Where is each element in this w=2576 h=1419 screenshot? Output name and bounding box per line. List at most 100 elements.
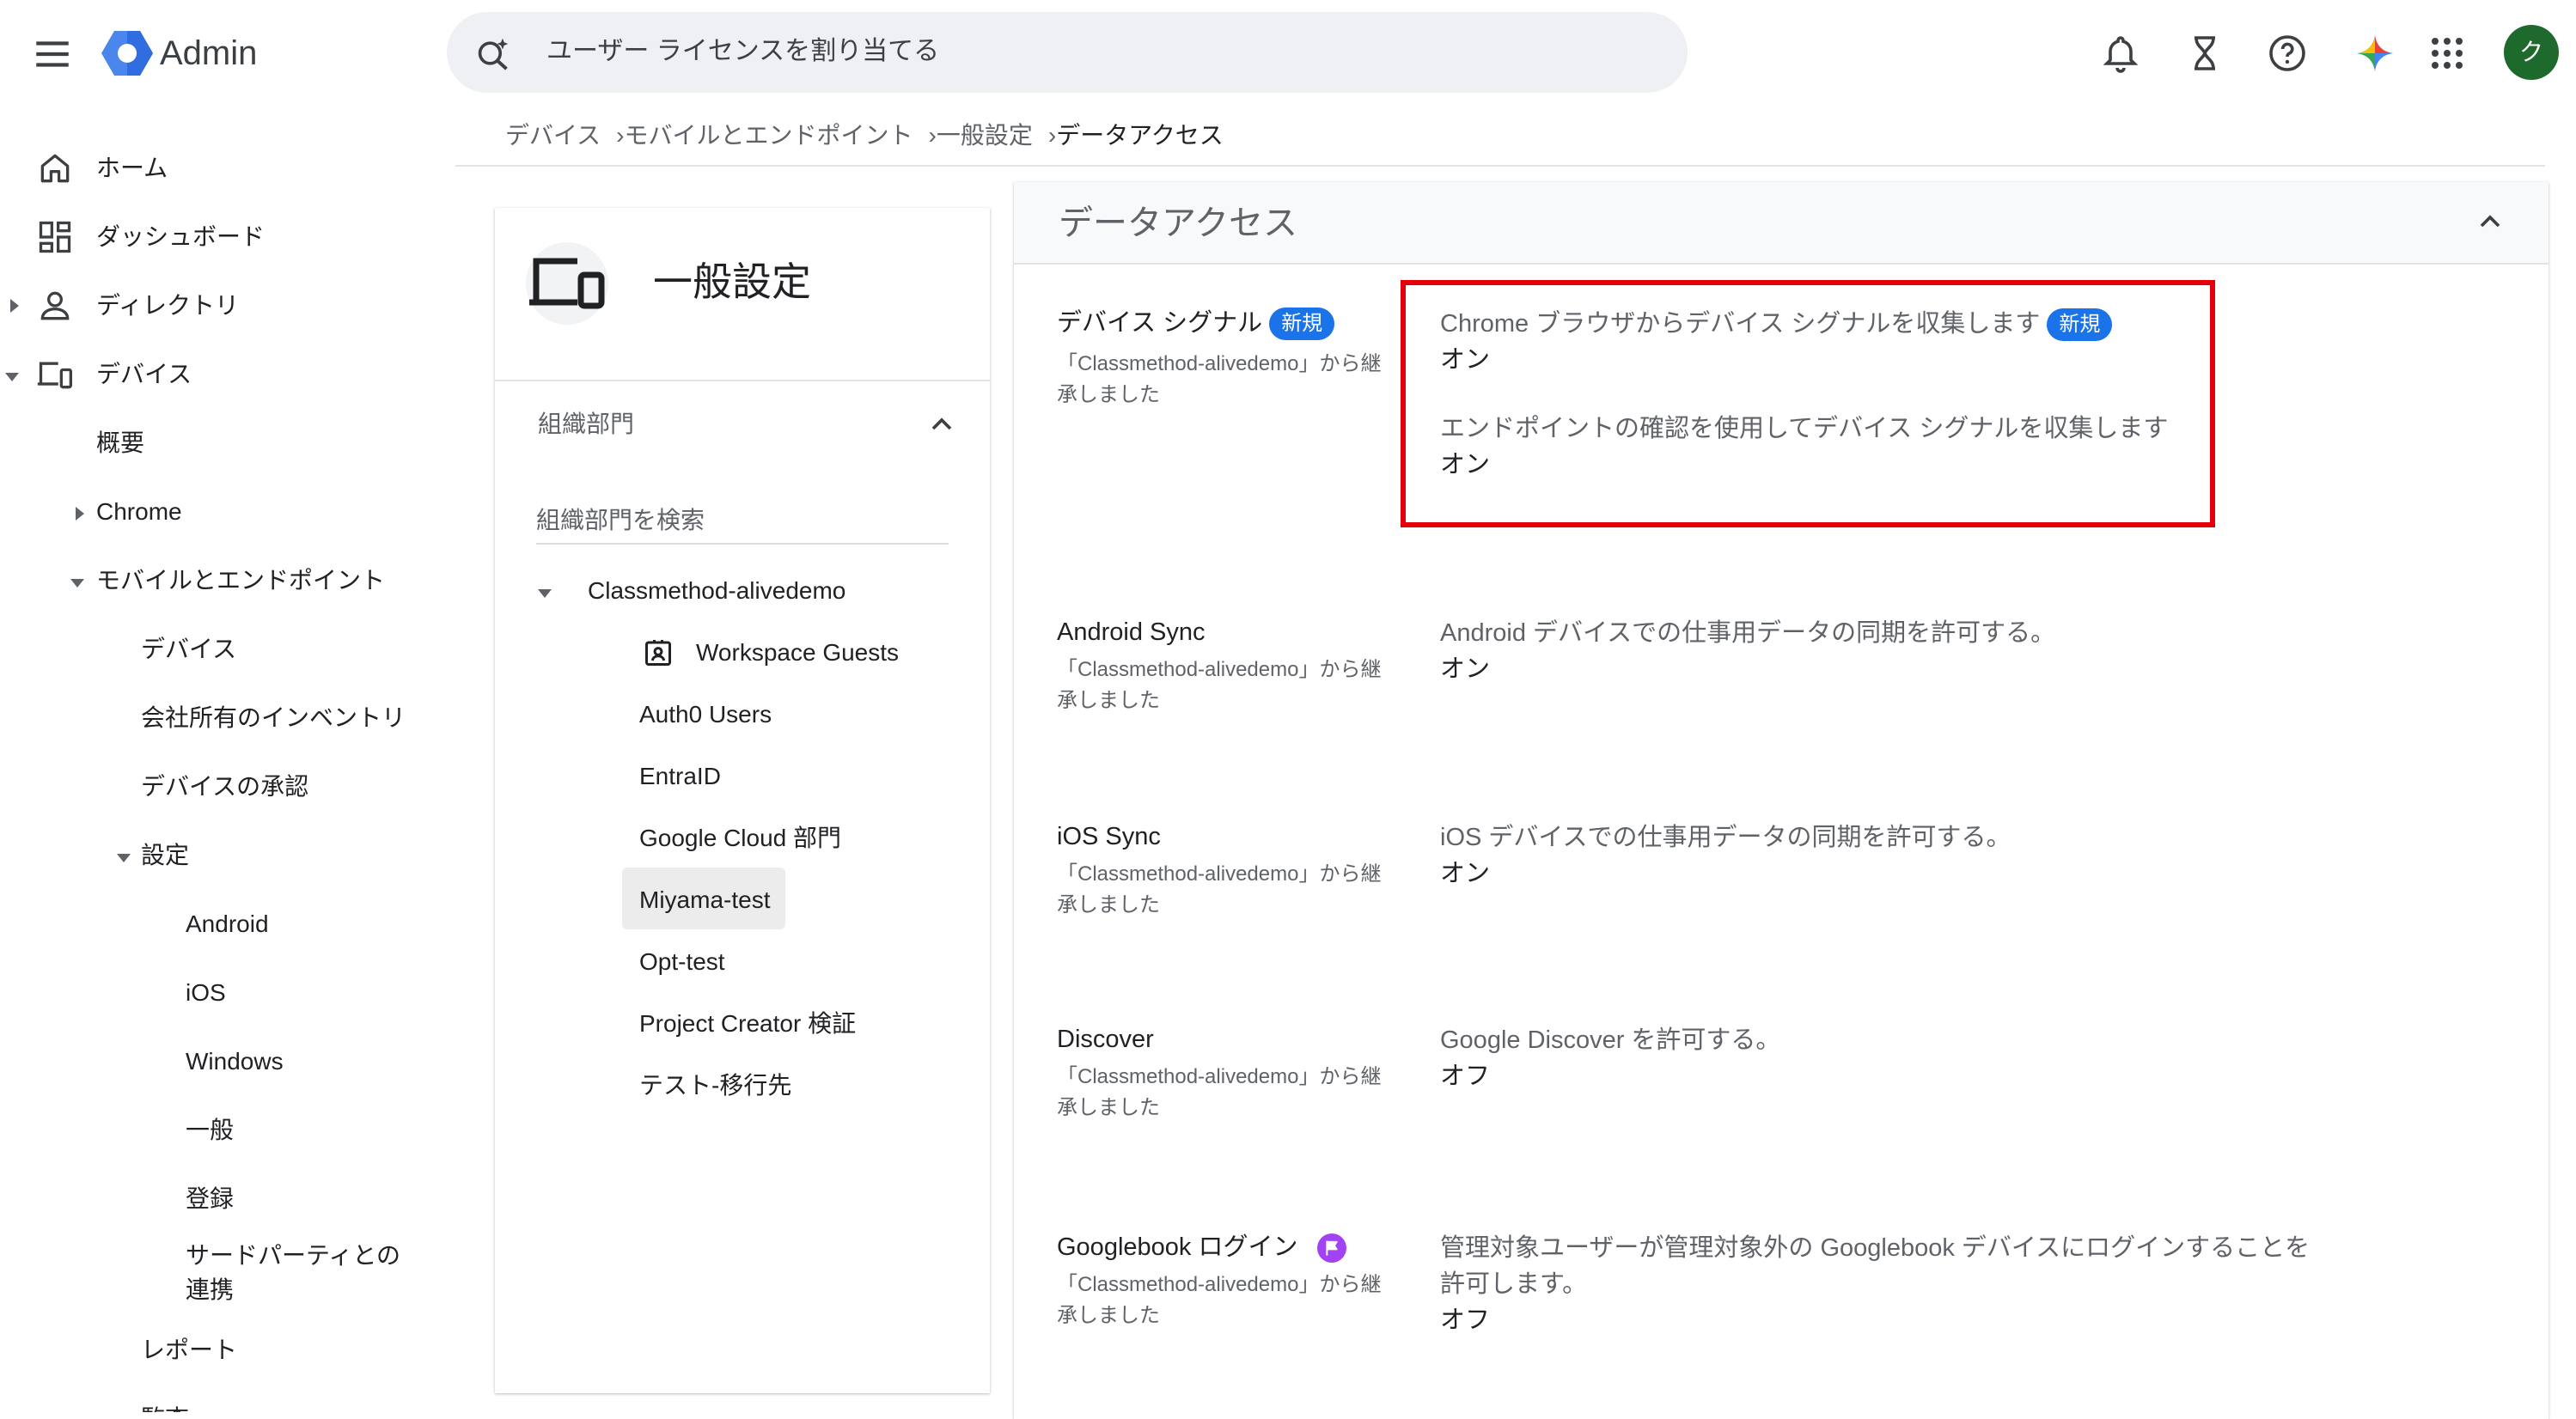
- breadcrumb: デバイス ›モバイルとエンドポイント ›一般設定 ›データアクセス: [505, 119, 1224, 153]
- gemini-icon[interactable]: [2354, 33, 2396, 74]
- page-title: 一般設定: [653, 259, 811, 304]
- chevron-up-icon[interactable]: [2473, 204, 2507, 239]
- setting-title: iOS Sync: [1057, 823, 1161, 850]
- highlight-box: [1401, 280, 2215, 527]
- setting-android-sync[interactable]: Android Sync 「Classmethod-alivedemo」から継承…: [1057, 615, 1401, 716]
- setting-discover-values[interactable]: Google Discover を許可する。 オフ: [1440, 1022, 2299, 1094]
- sidebar-item-home[interactable]: ホーム: [96, 153, 168, 184]
- setting-title: デバイス シグナル: [1057, 309, 1263, 337]
- main-menu-button[interactable]: [31, 33, 74, 76]
- org-unit-item[interactable]: テスト-移行先: [639, 1069, 791, 1103]
- sidebar-item-devices[interactable]: デバイス: [96, 359, 192, 390]
- org-unit-search-input[interactable]: 組織部門を検索: [536, 503, 705, 538]
- setting-ios-sync[interactable]: iOS Sync 「Classmethod-alivedemo」から継承しました: [1057, 819, 1401, 921]
- app-title[interactable]: Admin: [160, 31, 257, 76]
- breadcrumb-item[interactable]: 一般設定: [937, 122, 1033, 149]
- apps-grid-icon[interactable]: [2426, 33, 2468, 74]
- breadcrumb-current: データアクセス: [1056, 122, 1224, 149]
- setting-value: オフ: [1440, 1306, 1491, 1334]
- inherit-note: 「Classmethod-alivedemo」から継承しました: [1057, 352, 1382, 407]
- breadcrumb-divider: [455, 165, 2545, 167]
- org-unit-item-selected[interactable]: Miyama-test: [639, 883, 770, 917]
- sidebar-item-company-inventory[interactable]: 会社所有のインベントリ: [141, 703, 406, 734]
- breadcrumb-separator: ›: [616, 122, 625, 149]
- sidebar-item-third-party[interactable]: サードパーティとの 連携: [186, 1240, 400, 1306]
- sidebar-item-windows[interactable]: Windows: [186, 1046, 284, 1077]
- expand-down-icon[interactable]: [536, 584, 553, 601]
- expand-right-icon[interactable]: [5, 297, 22, 314]
- expand-right-icon[interactable]: [70, 505, 88, 522]
- setting-android-sync-values[interactable]: Android デバイスでの仕事用データの同期を許可する。 オン: [1440, 615, 2299, 687]
- sidebar-item-directory[interactable]: ディレクトリ: [96, 290, 239, 321]
- sidebar-item-mobile-endpoints[interactable]: モバイルとエンドポイント: [96, 565, 385, 596]
- setting-googlebook-login-values[interactable]: 管理対象ユーザーが管理対象外の Googlebook デバイスにログインすること…: [1440, 1230, 2317, 1338]
- account-avatar[interactable]: ク: [2504, 25, 2559, 80]
- guest-badge-icon: [643, 637, 674, 668]
- search-bar[interactable]: ユーザー ライセンスを割り当てる: [447, 12, 1688, 93]
- new-badge: 新規: [1269, 308, 1335, 341]
- sidebar-item-enrollment[interactable]: 登録: [186, 1184, 234, 1215]
- search-input[interactable]: ユーザー ライセンスを割り当てる: [546, 33, 939, 70]
- inherit-note: 「Classmethod-alivedemo」から継承しました: [1057, 1273, 1382, 1327]
- breadcrumb-item[interactable]: モバイルとエンドポイント: [625, 122, 913, 149]
- breadcrumb-item[interactable]: デバイス: [505, 122, 601, 149]
- inherit-note: 「Classmethod-alivedemo」から継承しました: [1057, 658, 1382, 712]
- sidebar-item-reports[interactable]: レポート: [141, 1335, 237, 1366]
- inherit-note: 「Classmethod-alivedemo」から継承しました: [1057, 862, 1382, 917]
- org-unit-item[interactable]: Project Creator 検証: [639, 1007, 856, 1041]
- search-spark-icon: [474, 36, 512, 70]
- sidebar-item-overview[interactable]: 概要: [96, 428, 144, 459]
- org-unit-root[interactable]: Classmethod-alivedemo: [588, 574, 845, 608]
- sidebar-item-third-party-line1: サードパーティとの: [186, 1242, 401, 1269]
- help-icon[interactable]: [2267, 33, 2308, 74]
- hourglass-icon[interactable]: [2184, 33, 2225, 74]
- sidebar-item-general[interactable]: 一般: [186, 1115, 234, 1146]
- org-unit-item[interactable]: Opt-test: [639, 945, 725, 979]
- setting-ios-sync-values[interactable]: iOS デバイスでの仕事用データの同期を許可する。 オン: [1440, 819, 2299, 892]
- setting-value: オン: [1440, 860, 1491, 887]
- search-underline: [536, 543, 949, 545]
- sidebar-item-audit[interactable]: 監査: [141, 1404, 189, 1412]
- setting-device-signals[interactable]: デバイス シグナル 新規 「Classmethod-alivedemo」から継承し…: [1057, 306, 1401, 411]
- sidebar-item-settings[interactable]: 設定: [141, 840, 189, 871]
- expand-down-icon[interactable]: [3, 368, 21, 385]
- setting-discover[interactable]: Discover 「Classmethod-alivedemo」から継承しました: [1057, 1022, 1401, 1124]
- setting-title: Android Sync: [1057, 618, 1206, 646]
- expand-down-icon[interactable]: [115, 849, 132, 866]
- sidebar-item-device-approvals[interactable]: デバイスの承認: [141, 771, 308, 802]
- setting-value: オン: [1440, 655, 1491, 683]
- divider: [495, 380, 990, 381]
- panel-header[interactable]: データアクセス: [1014, 182, 2549, 265]
- setting-description: 管理対象ユーザーが管理対象外の Googlebook デバイスにログインすること…: [1440, 1234, 2310, 1298]
- org-unit-item[interactable]: Workspace Guests: [696, 636, 899, 670]
- expand-down-icon[interactable]: [69, 574, 86, 591]
- setting-googlebook-login[interactable]: Googlebook ログイン 「Classmethod-alivedemo」か…: [1057, 1230, 1401, 1331]
- notifications-icon[interactable]: [2100, 33, 2141, 74]
- inherit-note: 「Classmethod-alivedemo」から継承しました: [1057, 1065, 1382, 1119]
- breadcrumb-separator: ›: [1047, 122, 1057, 149]
- devices-large-icon: [526, 241, 612, 326]
- panel-title: データアクセス: [1059, 204, 1297, 242]
- admin-logo-icon[interactable]: [100, 26, 155, 81]
- chevron-up-icon[interactable]: [925, 407, 959, 442]
- flag-icon: [1316, 1233, 1346, 1264]
- setting-description: Google Discover を許可する。: [1440, 1026, 1781, 1054]
- org-unit-item[interactable]: Google Cloud 部門: [639, 821, 841, 856]
- setting-title: Discover: [1057, 1026, 1154, 1053]
- org-unit-panel: 一般設定 組織部門 組織部門を検索 Classmethod-alivedemo …: [495, 208, 990, 1393]
- sidebar-item-android[interactable]: Android: [186, 909, 269, 940]
- setting-description: Android デバイスでの仕事用データの同期を許可する。: [1440, 619, 2056, 647]
- sidebar-item-third-party-line2: 連携: [186, 1276, 235, 1303]
- sidebar-item-chrome[interactable]: Chrome: [96, 496, 182, 527]
- sidebar-item-ios[interactable]: iOS: [186, 977, 226, 1008]
- devices-icon: [36, 356, 74, 393]
- dashboard-icon: [36, 218, 74, 256]
- org-unit-section-label: 組織部門: [538, 411, 635, 437]
- home-icon: [36, 149, 74, 187]
- setting-description: iOS デバイスでの仕事用データの同期を許可する。: [1440, 824, 2011, 851]
- breadcrumb-separator: ›: [928, 122, 937, 149]
- org-unit-item[interactable]: EntraID: [639, 759, 721, 794]
- org-unit-item[interactable]: Auth0 Users: [639, 697, 772, 732]
- sidebar-item-mobile-devices[interactable]: デバイス: [141, 634, 236, 665]
- sidebar-item-dashboard[interactable]: ダッシュボード: [96, 222, 265, 253]
